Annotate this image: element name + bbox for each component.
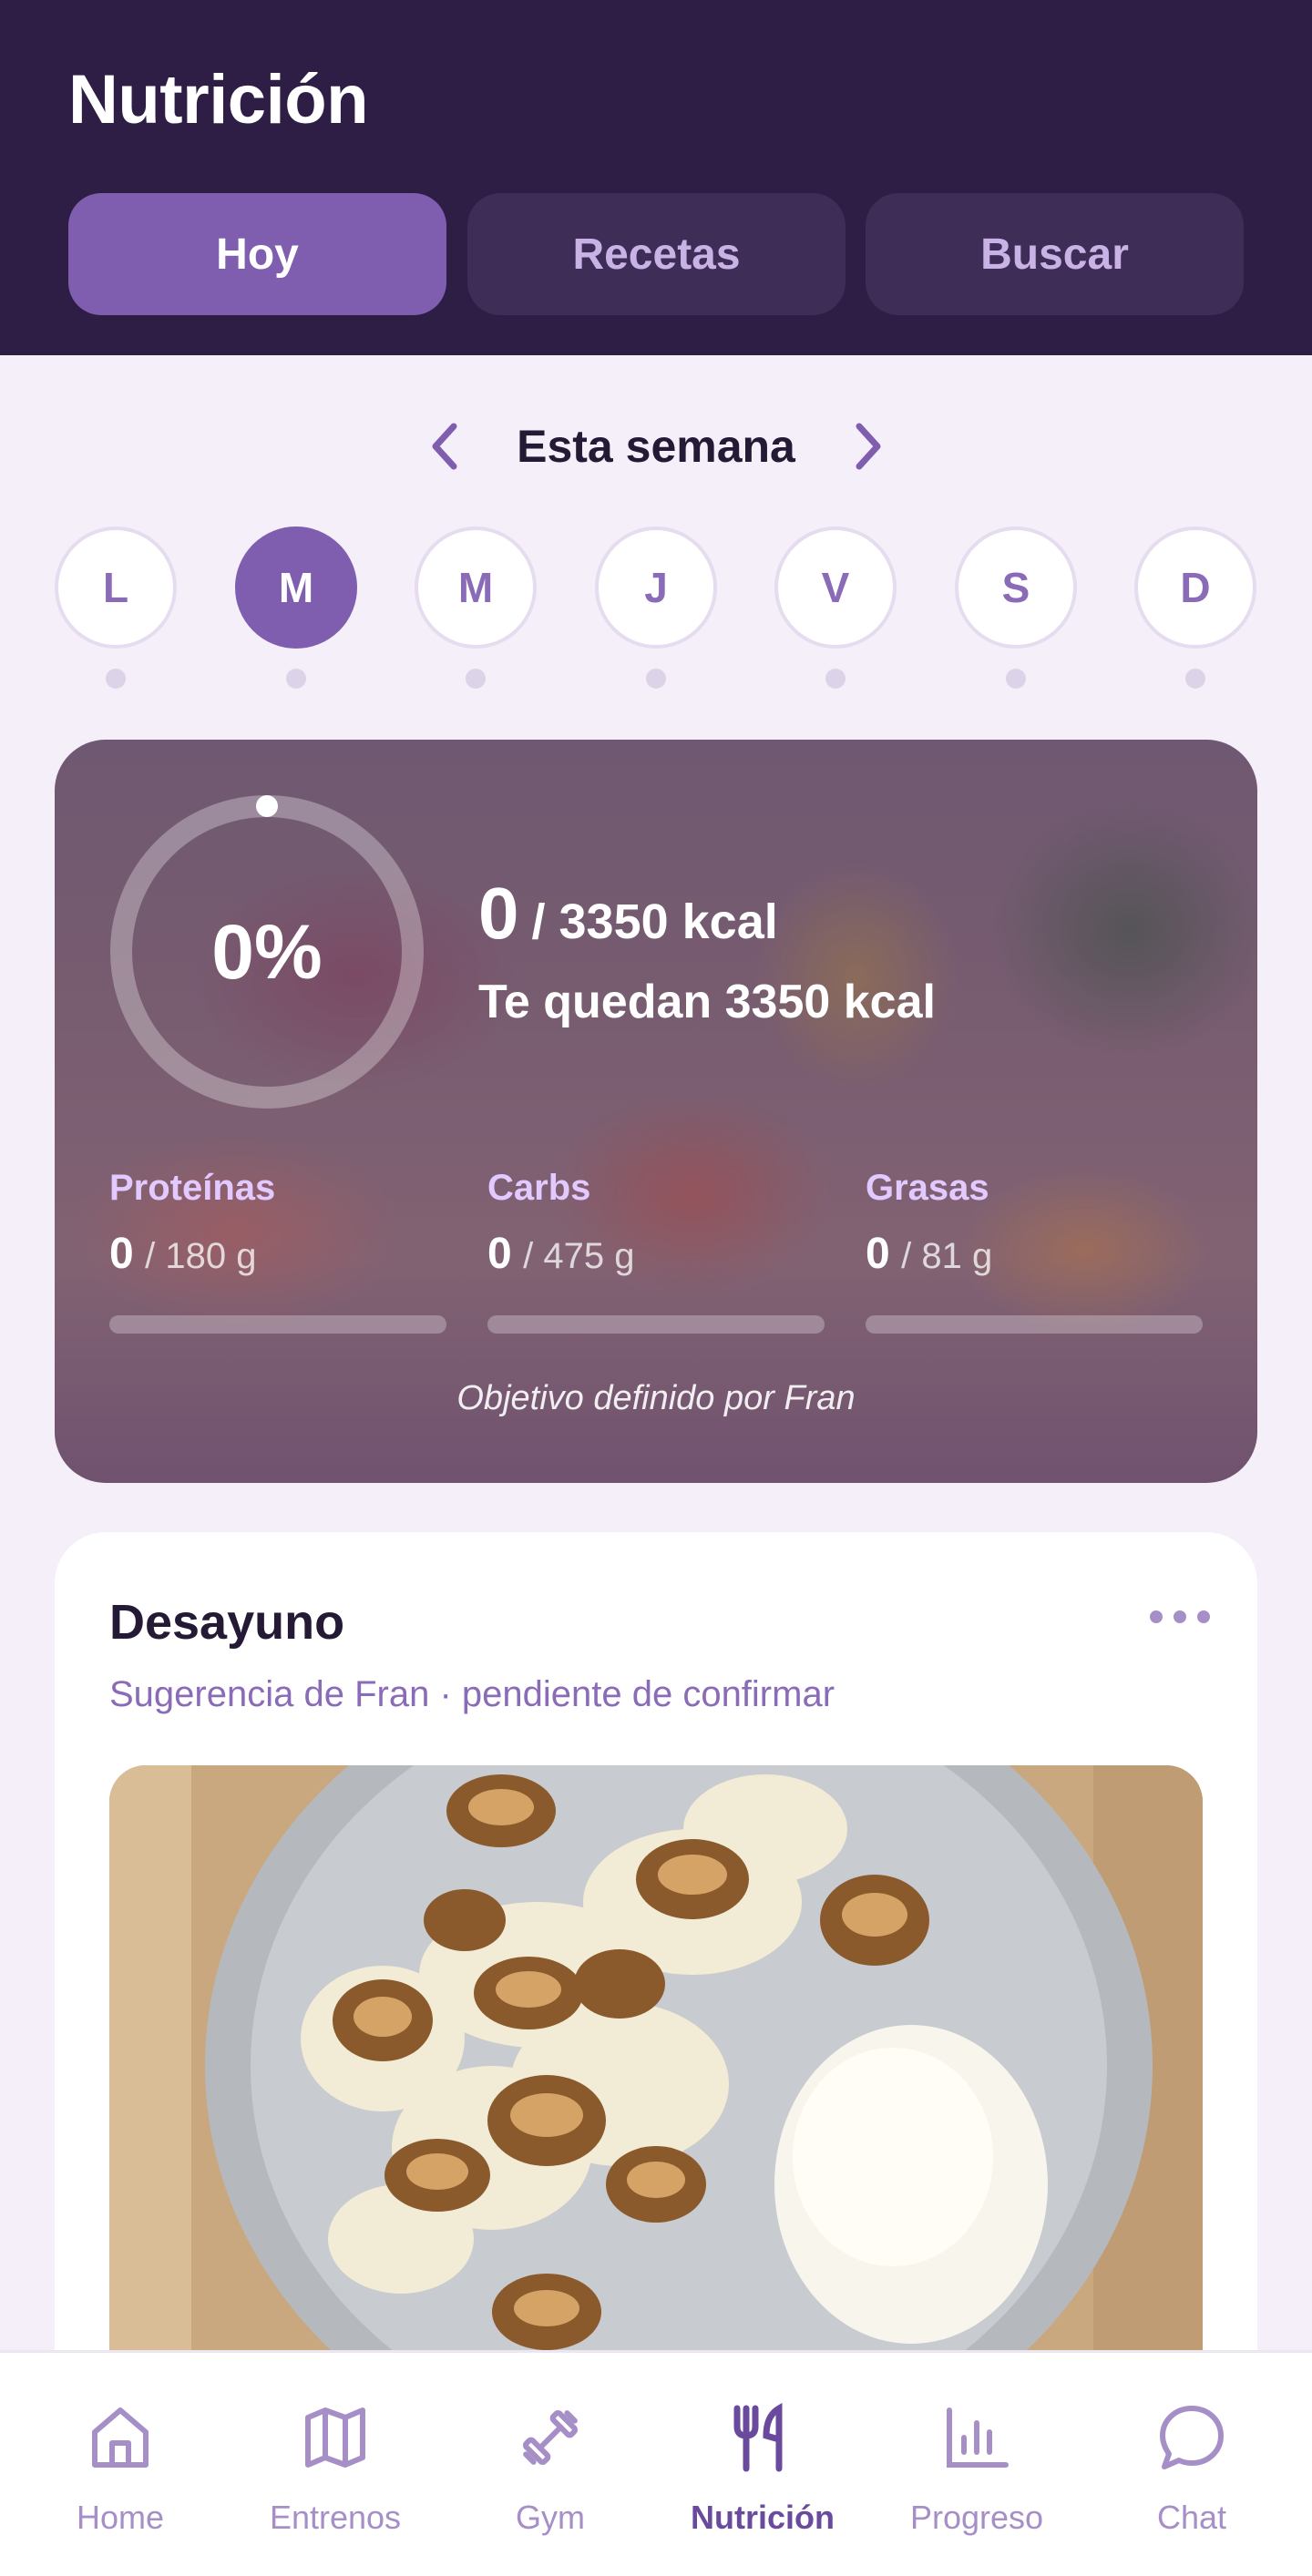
day-indicator-dot xyxy=(106,669,126,689)
macro-protein: Proteínas 0 / 180 g xyxy=(109,1168,446,1279)
calorie-remaining: Te quedan 3350 kcal xyxy=(478,976,936,1028)
bottom-navigation: Home Entrenos Gym Nutrición Progreso Cha… xyxy=(0,2350,1312,2576)
calorie-current: 0 xyxy=(478,873,519,954)
calorie-goal: / 3350 kcal xyxy=(531,894,778,949)
day-button-viernes[interactable]: V xyxy=(774,526,897,649)
macro-label: Grasas xyxy=(866,1168,989,1208)
macro-current: 0 xyxy=(866,1230,890,1278)
day-button-domingo[interactable]: D xyxy=(1134,526,1256,649)
macro-goal: / 475 g xyxy=(523,1236,635,1276)
macro-progress-bar xyxy=(109,1315,446,1334)
chevron-right-icon xyxy=(856,423,881,470)
chat-bubble-icon xyxy=(1160,2406,1224,2469)
tab-recetas[interactable]: Recetas xyxy=(467,193,846,315)
day-button-martes[interactable]: M xyxy=(235,526,357,649)
week-navigator: Esta semana xyxy=(0,405,1312,487)
home-icon xyxy=(92,2407,149,2468)
more-horizontal-icon xyxy=(1150,1610,1210,1623)
macro-label: Carbs xyxy=(487,1168,591,1208)
meal-photo-illustration xyxy=(109,1765,1203,2403)
nav-label: Nutrición xyxy=(691,2499,835,2536)
bar-chart-icon xyxy=(947,2407,1009,2468)
nav-item-progreso[interactable]: Progreso xyxy=(867,2353,1086,2576)
tab-bar: Hoy Recetas Buscar xyxy=(68,193,1244,315)
nav-item-home[interactable]: Home xyxy=(11,2353,230,2576)
macro-current: 0 xyxy=(487,1230,512,1278)
week-label: Esta semana xyxy=(517,421,795,472)
macro-goal: / 81 g xyxy=(901,1236,993,1276)
meal-subtitle: Sugerencia de Fran · pendiente de confir… xyxy=(109,1674,835,1714)
more-options-button[interactable] xyxy=(1143,1603,1216,1630)
nav-item-nutricion[interactable]: Nutrición xyxy=(653,2353,872,2576)
day-button-miercoles[interactable]: M xyxy=(415,526,537,649)
day-indicator-dot xyxy=(825,669,846,689)
nav-label: Gym xyxy=(516,2499,585,2536)
nav-label: Entrenos xyxy=(269,2499,402,2536)
macro-current: 0 xyxy=(109,1230,134,1278)
tab-buscar[interactable]: Buscar xyxy=(866,193,1244,315)
day-indicator-dot xyxy=(1185,669,1205,689)
macro-fats: Grasas 0 / 81 g xyxy=(866,1168,1203,1279)
macro-progress-bar xyxy=(866,1315,1203,1334)
day-button-lunes[interactable]: L xyxy=(55,526,177,649)
nav-item-chat[interactable]: Chat xyxy=(1082,2353,1301,2576)
meal-title: Desayuno xyxy=(109,1595,345,1650)
meal-photo xyxy=(109,1765,1203,2403)
day-button-jueves[interactable]: J xyxy=(595,526,717,649)
macro-progress-bar xyxy=(487,1315,825,1334)
map-icon xyxy=(305,2407,365,2468)
macro-carbs: Carbs 0 / 475 g xyxy=(487,1168,825,1279)
nav-label: Progreso xyxy=(909,2499,1044,2536)
goal-note: Objetivo definido por Fran xyxy=(456,1379,856,1417)
day-indicator-dot xyxy=(646,669,666,689)
macro-goal: / 180 g xyxy=(145,1236,257,1276)
calorie-percent: 0% xyxy=(211,908,323,995)
app-header: Nutrición Hoy Recetas Buscar xyxy=(0,0,1312,355)
nav-label: Chat xyxy=(1156,2499,1227,2536)
day-indicator-dot xyxy=(466,669,486,689)
nav-label: Home xyxy=(76,2499,165,2536)
daily-summary-card: 0% 0 / 3350 kcal Te quedan 3350 kcal Pro… xyxy=(55,740,1257,1483)
day-indicator-dot xyxy=(1006,669,1026,689)
day-indicator-dot xyxy=(286,669,306,689)
macro-label: Proteínas xyxy=(109,1168,276,1208)
day-selector: L M M J V S D xyxy=(0,526,1312,700)
day-button-sabado[interactable]: S xyxy=(955,526,1077,649)
tab-hoy[interactable]: Hoy xyxy=(68,193,446,315)
utensils-icon xyxy=(733,2403,783,2472)
next-week-button[interactable] xyxy=(841,416,896,476)
calorie-total: 0 / 3350 kcal xyxy=(478,872,778,956)
dumbbell-icon xyxy=(522,2409,579,2466)
page-title: Nutrición xyxy=(68,61,369,138)
nav-item-gym[interactable]: Gym xyxy=(441,2353,660,2576)
nav-item-entrenos[interactable]: Entrenos xyxy=(226,2353,445,2576)
